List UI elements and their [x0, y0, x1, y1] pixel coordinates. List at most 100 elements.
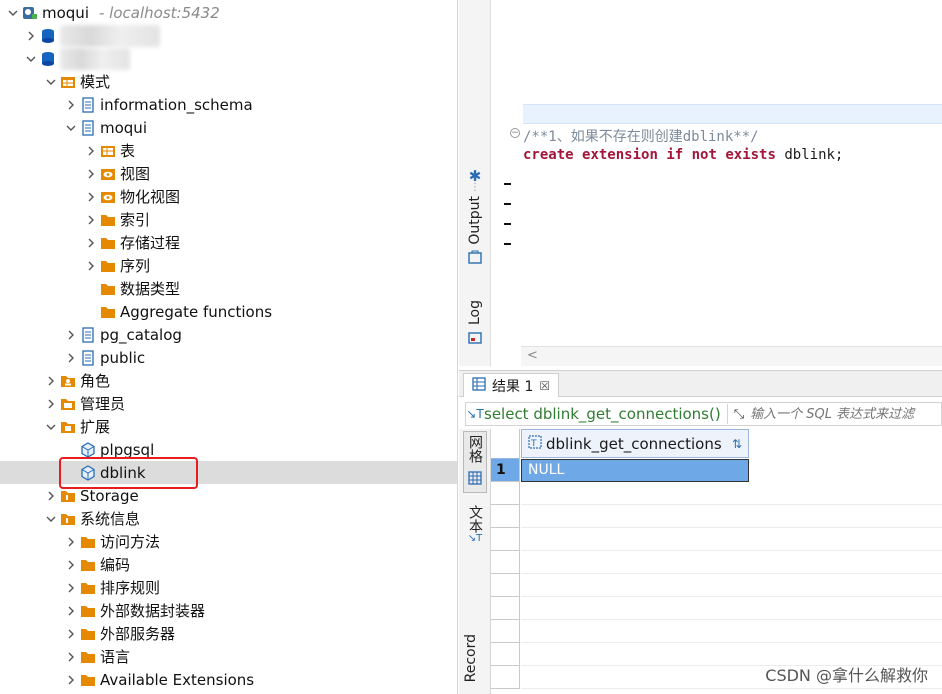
chevron-right-icon[interactable]	[44, 397, 58, 411]
chevron-right-icon[interactable]	[64, 650, 78, 664]
close-icon[interactable]: ☒	[539, 379, 550, 393]
chevron-right-icon[interactable]	[64, 604, 78, 618]
tree-node-label: 序列	[120, 257, 151, 275]
chevron-down-icon[interactable]	[6, 6, 20, 20]
chevron-right-icon[interactable]	[64, 98, 78, 112]
chevron-right-icon[interactable]	[84, 213, 98, 227]
empty-row-number	[491, 505, 520, 528]
tree-node--[interactable]: 索引	[0, 208, 457, 231]
expand-icon[interactable]: ⤡	[734, 407, 744, 422]
tree-node-label: 视图	[120, 165, 151, 183]
chevron-down-icon[interactable]	[44, 75, 58, 89]
tree-node-label: 外部服务器	[100, 625, 176, 643]
admin-folder-icon	[60, 396, 76, 412]
row-number[interactable]: 1	[491, 459, 520, 482]
result-cell[interactable]: NULL	[521, 459, 749, 482]
editor-horizontal-scrollbar[interactable]: <	[521, 346, 942, 366]
folder-icon	[80, 557, 96, 573]
column-header[interactable]: T dblink_get_connections ⇅	[521, 429, 749, 458]
tree-node-pg_catalog[interactable]: pg_catalog	[0, 323, 457, 346]
tree-node--[interactable]: 系统信息	[0, 507, 457, 530]
chevron-right-icon[interactable]	[84, 236, 98, 250]
tab-result-1[interactable]: 结果 1 ☒	[463, 373, 560, 397]
tree-node--[interactable]: 模式	[0, 70, 457, 93]
folder-icon	[80, 672, 96, 688]
chevron-down-icon[interactable]	[64, 121, 78, 135]
tree-node--[interactable]: 物化视图	[0, 185, 457, 208]
tree-node-aggregate-functions[interactable]: Aggregate functions	[0, 300, 457, 323]
folder-icon	[100, 235, 116, 251]
tree-node--[interactable]: 外部数据封装器	[0, 599, 457, 622]
empty-row-number	[491, 620, 520, 643]
chevron-right-icon[interactable]	[64, 581, 78, 595]
postgres-connection-icon	[22, 5, 38, 21]
tree-node--[interactable]: 序列	[0, 254, 457, 277]
chevron-right-icon[interactable]	[84, 144, 98, 158]
tree-node--[interactable]: 语言	[0, 645, 457, 668]
folder-icon	[80, 649, 96, 665]
svg-text:T: T	[530, 439, 537, 449]
tree-node--[interactable]: 角色	[0, 369, 457, 392]
tree-node-moqui[interactable]: moqui	[0, 116, 457, 139]
tree-node--[interactable]: 排序规则	[0, 576, 457, 599]
chevron-right-icon[interactable]	[64, 328, 78, 342]
tree-node-label: 语言	[100, 648, 131, 666]
chevron-right-icon[interactable]	[84, 190, 98, 204]
schemas-folder-icon	[60, 74, 76, 90]
tree-node--[interactable]: 数据类型	[0, 277, 457, 300]
fold-toggle-icon[interactable]: −	[510, 128, 520, 138]
roles-folder-icon	[60, 373, 76, 389]
schema-icon	[80, 349, 96, 366]
output-tab[interactable]: ✱ ⋮ Output	[459, 168, 491, 268]
chevron-right-icon[interactable]	[84, 259, 98, 273]
tree-node--[interactable]: 访问方法	[0, 530, 457, 553]
tree-node--[interactable]: 管理员	[0, 392, 457, 415]
connection-node-moqui[interactable]: moqui - localhost:5432	[0, 1, 457, 24]
tree-node-database-1[interactable]	[0, 24, 457, 47]
tree-node-database-2[interactable]	[0, 47, 457, 70]
tree-node-label: moqui	[100, 118, 147, 137]
chevron-down-icon[interactable]	[44, 512, 58, 526]
chevron-right-icon[interactable]	[24, 29, 38, 43]
tree-node-label: 索引	[120, 211, 151, 229]
chevron-down-icon[interactable]	[24, 52, 38, 66]
tree-node-available-extensions[interactable]: Available Extensions	[0, 668, 457, 691]
chevron-right-icon[interactable]	[64, 673, 78, 687]
tree-node--[interactable]: 扩展	[0, 415, 457, 438]
current-line-highlight	[523, 104, 942, 124]
chevron-right-icon[interactable]	[44, 489, 58, 503]
tree-node--[interactable]: 外部服务器	[0, 622, 457, 645]
record-view-tab[interactable]: Record	[463, 634, 487, 686]
tree-node--[interactable]: 视图	[0, 162, 457, 185]
empty-row-number	[491, 597, 520, 620]
tree-node--[interactable]: 表	[0, 139, 457, 162]
column-header-label: dblink_get_connections	[546, 434, 722, 453]
sql-editor[interactable]	[459, 0, 942, 370]
tables-folder-icon	[100, 143, 116, 159]
redacted-database-name	[60, 24, 160, 47]
results-panel: 结果 1 ☒ ↘T select dblink_get_connections(…	[459, 370, 942, 694]
database-icon	[40, 28, 56, 44]
chevron-right-icon[interactable]	[84, 167, 98, 181]
grid-view-tab[interactable]: 网格	[463, 431, 487, 493]
table-grid-icon	[472, 376, 486, 395]
empty-row-number	[491, 528, 520, 551]
chevron-down-icon[interactable]	[44, 420, 58, 434]
tree-node--[interactable]: 编码	[0, 553, 457, 576]
storage-folder-icon	[60, 488, 76, 504]
chevron-right-icon[interactable]	[64, 558, 78, 572]
log-tab[interactable]: Log	[459, 300, 491, 348]
tree-node-information_schema[interactable]: information_schema	[0, 93, 457, 116]
tree-node-public[interactable]: public	[0, 346, 457, 369]
scroll-left-icon[interactable]: <	[527, 348, 538, 363]
tree-node--[interactable]: 存储过程	[0, 231, 457, 254]
text-view-tab[interactable]: 文本 ↘T	[463, 505, 487, 544]
sort-filter-icon[interactable]: ⇅	[732, 437, 742, 451]
chevron-right-icon[interactable]	[44, 374, 58, 388]
log-tab-label: Log	[467, 300, 483, 326]
chevron-right-icon[interactable]	[64, 627, 78, 641]
filter-input[interactable]	[750, 406, 941, 422]
results-grid[interactable]: T dblink_get_connections ⇅ 1 NULL	[491, 429, 942, 694]
chevron-right-icon[interactable]	[64, 535, 78, 549]
chevron-right-icon[interactable]	[64, 351, 78, 365]
